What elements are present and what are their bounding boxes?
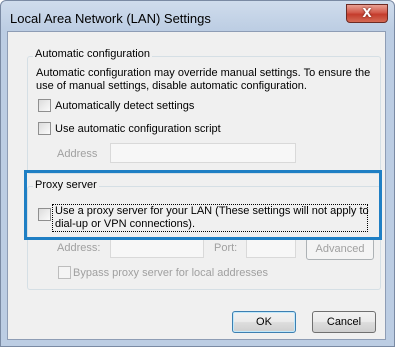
- proxy-address-input[interactable]: [110, 238, 204, 258]
- cancel-button[interactable]: Cancel: [312, 311, 376, 333]
- automatic-description-line2: use of manual settings, disable automati…: [36, 80, 307, 92]
- script-address-input[interactable]: [110, 143, 296, 163]
- window-title: Local Area Network (LAN) Settings: [10, 11, 211, 26]
- auto-config-script-label[interactable]: Use automatic configuration script: [55, 123, 221, 136]
- title-bar[interactable]: Local Area Network (LAN) Settings X: [1, 1, 394, 35]
- script-address-label: Address: [57, 148, 98, 160]
- auto-config-script-checkbox[interactable]: [38, 122, 51, 135]
- auto-detect-checkbox[interactable]: [38, 99, 51, 112]
- proxy-highlight-box: [24, 170, 382, 240]
- close-button[interactable]: X: [346, 4, 388, 23]
- automatic-description-line1: Automatic configuration may override man…: [36, 67, 371, 79]
- advanced-button[interactable]: Advanced: [306, 238, 374, 260]
- bypass-local-label[interactable]: Bypass proxy server for local addresses: [73, 267, 268, 280]
- automatic-configuration-label: Automatic configuration: [33, 48, 152, 60]
- ok-button[interactable]: OK: [232, 311, 296, 333]
- auto-detect-label[interactable]: Automatically detect settings: [55, 100, 194, 113]
- proxy-port-input[interactable]: [246, 238, 296, 258]
- close-icon: X: [362, 6, 372, 20]
- proxy-port-label: Port:: [214, 242, 238, 254]
- bypass-local-checkbox[interactable]: [58, 266, 71, 279]
- proxy-address-label: Address:: [57, 242, 101, 254]
